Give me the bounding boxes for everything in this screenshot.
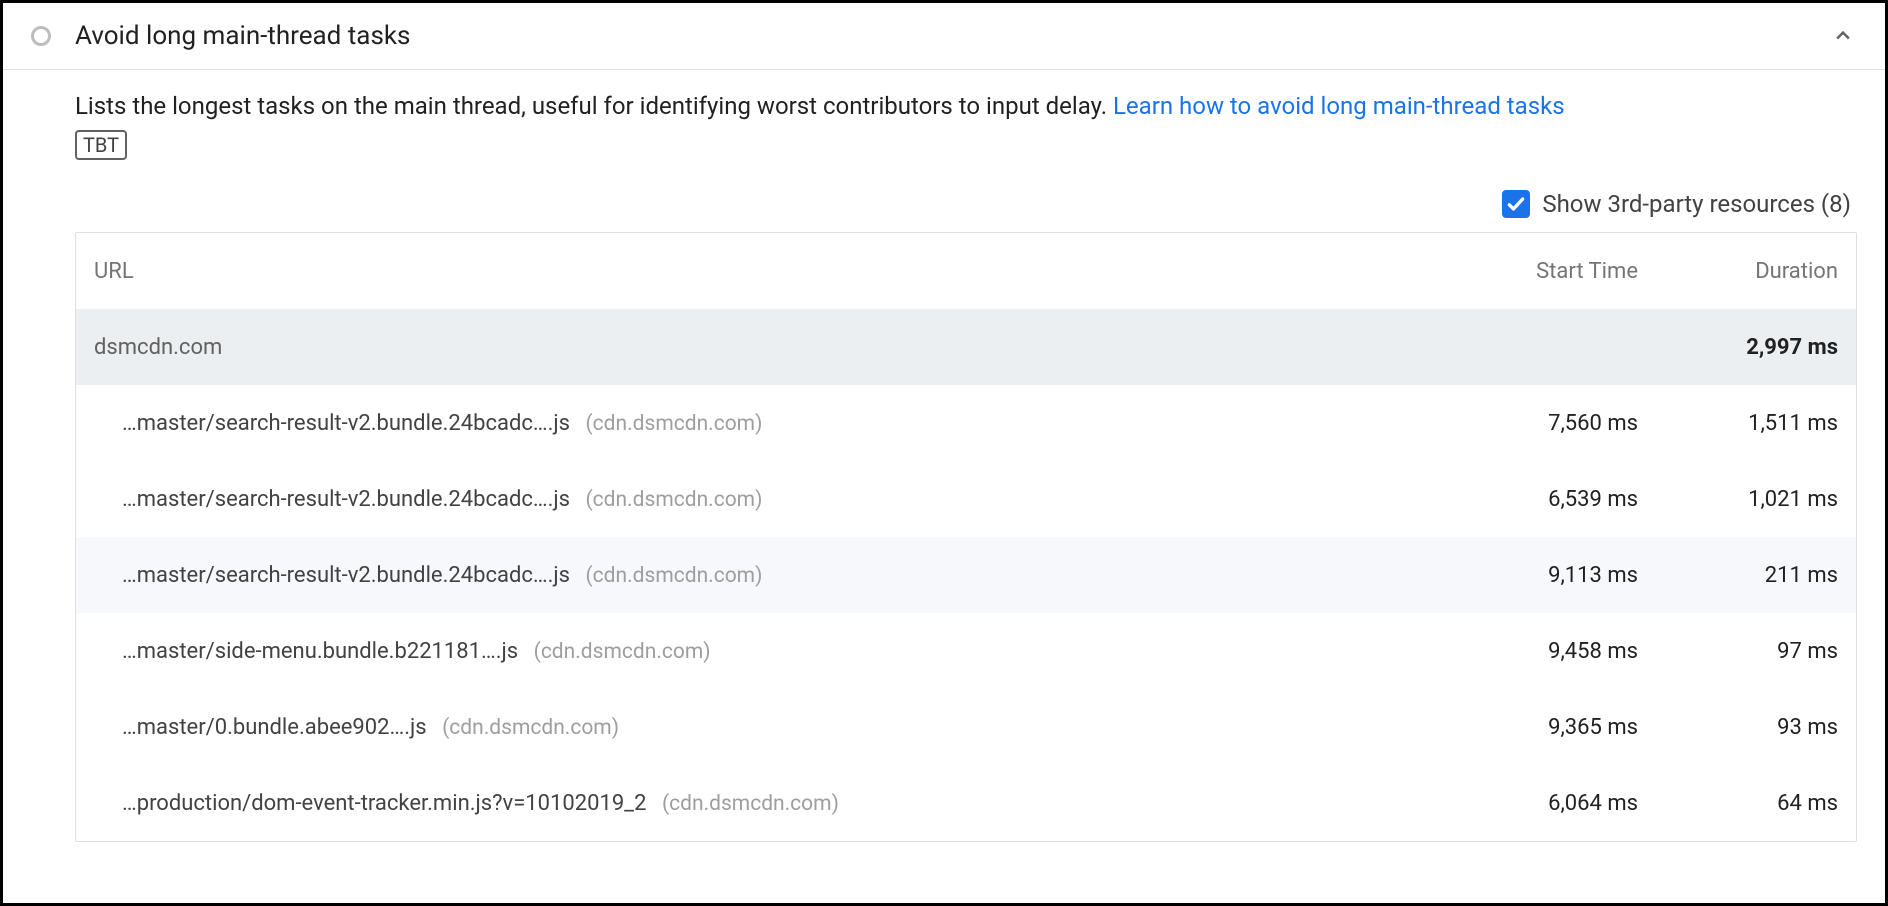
row-url: …master/search-result-v2.bundle.24bcadc…… (94, 411, 1438, 436)
audit-description: Lists the longest tasks on the main thre… (75, 88, 1857, 162)
row-origin: (cdn.dsmcdn.com) (442, 716, 619, 740)
row-url: …master/0.bundle.abee902….js (cdn.dsmcdn… (94, 715, 1438, 740)
table-row[interactable]: …production/dom-event-tracker.min.js?v=1… (76, 765, 1856, 841)
audit-header: Avoid long main-thread tasks (3, 3, 1885, 70)
row-duration: 64 ms (1638, 791, 1838, 816)
row-origin: (cdn.dsmcdn.com) (585, 564, 762, 588)
table-row[interactable]: …master/0.bundle.abee902….js (cdn.dsmcdn… (76, 689, 1856, 765)
row-start: 6,064 ms (1438, 791, 1638, 816)
col-header-start: Start Time (1438, 259, 1638, 284)
row-duration: 1,021 ms (1638, 487, 1838, 512)
row-url: …master/search-result-v2.bundle.24bcadc…… (94, 563, 1438, 588)
third-party-label: Show 3rd-party resources (8) (1542, 190, 1851, 218)
table-row[interactable]: …master/search-result-v2.bundle.24bcadc…… (76, 461, 1856, 537)
row-path: …production/dom-event-tracker.min.js?v=1… (122, 791, 646, 816)
row-path: …master/search-result-v2.bundle.24bcadc…… (122, 563, 570, 588)
collapse-toggle[interactable] (1829, 22, 1857, 50)
description-text: Lists the longest tasks on the main thre… (75, 92, 1113, 120)
row-path: …master/search-result-v2.bundle.24bcadc…… (122, 487, 570, 512)
row-url: …master/side-menu.bundle.b221181….js (cd… (94, 639, 1438, 664)
row-start: 6,539 ms (1438, 487, 1638, 512)
row-duration: 211 ms (1638, 563, 1838, 588)
table-row[interactable]: …master/side-menu.bundle.b221181….js (cd… (76, 613, 1856, 689)
col-header-url: URL (94, 259, 1438, 284)
col-header-duration: Duration (1638, 259, 1838, 284)
learn-more-link[interactable]: Learn how to avoid long main-thread task… (1113, 92, 1565, 120)
row-origin: (cdn.dsmcdn.com) (534, 640, 711, 664)
row-duration: 1,511 ms (1638, 411, 1838, 436)
row-path: …master/search-result-v2.bundle.24bcadc…… (122, 411, 570, 436)
table-header-row: URL Start Time Duration (76, 233, 1856, 309)
third-party-toggle-row: Show 3rd-party resources (8) (75, 162, 1857, 232)
row-path: …master/side-menu.bundle.b221181….js (122, 639, 518, 664)
row-origin: (cdn.dsmcdn.com) (585, 488, 762, 512)
group-duration: 2,997 ms (1638, 335, 1838, 360)
audit-title: Avoid long main-thread tasks (75, 21, 1805, 51)
row-start: 9,365 ms (1438, 715, 1638, 740)
chevron-up-icon (1833, 26, 1853, 46)
status-circle-icon (31, 26, 51, 46)
audit-body: Lists the longest tasks on the main thre… (3, 70, 1885, 842)
table-row[interactable]: …master/search-result-v2.bundle.24bcadc…… (76, 385, 1856, 461)
row-start: 9,458 ms (1438, 639, 1638, 664)
row-origin: (cdn.dsmcdn.com) (585, 412, 762, 436)
row-origin: (cdn.dsmcdn.com) (662, 792, 839, 816)
row-start: 7,560 ms (1438, 411, 1638, 436)
row-url: …production/dom-event-tracker.min.js?v=1… (94, 791, 1438, 816)
table-group-row[interactable]: dsmcdn.com 2,997 ms (76, 309, 1856, 385)
check-icon (1506, 194, 1526, 214)
third-party-checkbox[interactable] (1502, 190, 1530, 218)
group-host: dsmcdn.com (94, 335, 1438, 360)
row-duration: 93 ms (1638, 715, 1838, 740)
row-path: …master/0.bundle.abee902….js (122, 715, 427, 740)
row-duration: 97 ms (1638, 639, 1838, 664)
row-start: 9,113 ms (1438, 563, 1638, 588)
table-row[interactable]: …master/search-result-v2.bundle.24bcadc…… (76, 537, 1856, 613)
tbt-badge: TBT (75, 130, 127, 160)
row-url: …master/search-result-v2.bundle.24bcadc…… (94, 487, 1438, 512)
tasks-table: URL Start Time Duration dsmcdn.com 2,997… (75, 232, 1857, 842)
